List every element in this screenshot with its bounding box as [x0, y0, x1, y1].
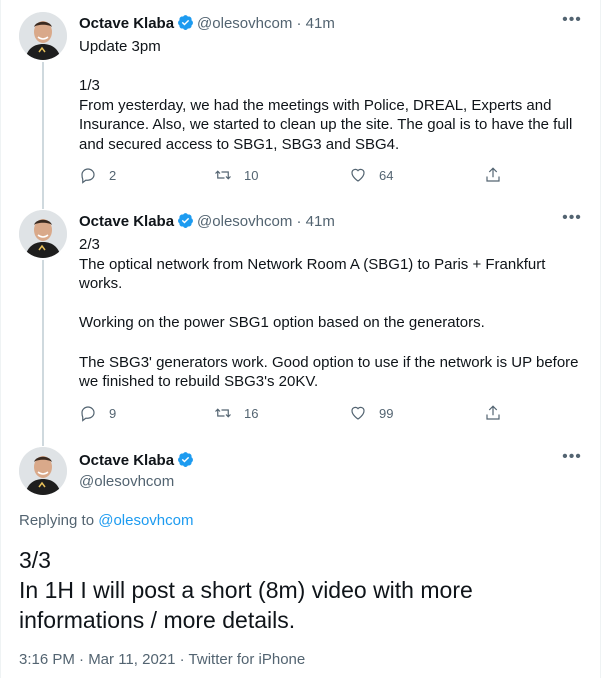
timeline: Octave Klaba @olesovhcom · 41m ••• Update…: [0, 0, 601, 678]
thread-line: [42, 62, 44, 209]
retweet-button[interactable]: 10: [214, 164, 258, 186]
verified-badge-icon: [178, 15, 193, 30]
retweet-count: 10: [244, 167, 259, 183]
tweet-text: 2/3 The optical network from Network Roo…: [79, 236, 579, 391]
reply-count: 9: [109, 405, 117, 421]
like-button[interactable]: 64: [349, 164, 393, 186]
main-tweet-text: 3/3 In 1H I will post a short (8m) video…: [19, 547, 473, 633]
tweet-actions: 2 10 64: [79, 164, 509, 186]
more-icon[interactable]: •••: [562, 210, 582, 226]
author-name[interactable]: Octave Klaba: [79, 213, 174, 230]
verified-badge-icon: [178, 213, 193, 228]
retweet-button[interactable]: 16: [214, 402, 258, 424]
retweet-icon: [215, 408, 231, 418]
more-icon[interactable]: •••: [562, 12, 582, 28]
share-button[interactable]: [484, 164, 502, 186]
reply-button[interactable]: 2: [79, 164, 116, 186]
share-icon: [486, 167, 500, 182]
tweet-text: Update 3pm 1/3 From yesterday, we had th…: [79, 38, 573, 153]
reply-icon: [81, 168, 95, 184]
retweet-count: 16: [244, 405, 259, 421]
separator: ·: [296, 213, 302, 230]
tweet-header: Octave Klaba @olesovhcom · 41m: [79, 212, 335, 232]
share-button[interactable]: [484, 402, 502, 424]
avatar[interactable]: [19, 12, 67, 60]
author-handle[interactable]: @olesovhcom: [197, 213, 292, 230]
like-button[interactable]: 99: [349, 402, 393, 424]
reply-count: 2: [109, 167, 117, 183]
main-author-name[interactable]: Octave Klaba: [79, 451, 197, 471]
share-icon: [486, 405, 500, 420]
tweet-header: Octave Klaba @olesovhcom · 41m: [79, 14, 335, 34]
replying-to-label: Replying to: [19, 512, 95, 529]
tweet-meta[interactable]: 3:16 PM · Mar 11, 2021 · Twitter for iPh…: [19, 651, 305, 668]
like-count: 99: [379, 405, 394, 421]
retweet-icon: [215, 170, 231, 180]
author-name[interactable]: Octave Klaba: [79, 452, 174, 469]
separator: ·: [296, 15, 302, 32]
timestamp[interactable]: 41m: [306, 213, 335, 230]
verified-badge-icon: [178, 452, 193, 467]
author-handle[interactable]: @olesovhcom: [79, 472, 174, 492]
thread-line: [42, 260, 44, 446]
tweet-actions: 9 16 99: [79, 402, 509, 424]
replying-to-link[interactable]: @olesovhcom: [98, 512, 193, 529]
author-name[interactable]: Octave Klaba: [79, 15, 174, 32]
avatar[interactable]: [19, 210, 67, 258]
author-handle[interactable]: @olesovhcom: [197, 15, 292, 32]
like-count: 64: [379, 167, 394, 183]
heart-icon: [351, 406, 365, 420]
reply-button[interactable]: 9: [79, 402, 116, 424]
timestamp[interactable]: 41m: [306, 15, 335, 32]
heart-icon: [351, 168, 365, 182]
reply-icon: [81, 406, 95, 422]
replying-to: Replying to @olesovhcom: [19, 512, 194, 529]
avatar[interactable]: [19, 447, 67, 495]
more-icon[interactable]: •••: [562, 449, 582, 465]
